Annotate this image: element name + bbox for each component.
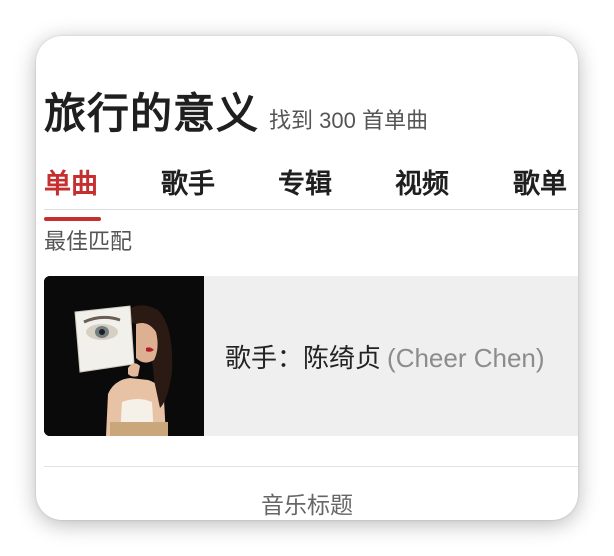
search-results-card: 旅行的意义 找到 300 首单曲 单曲 歌手 专辑 视频 歌单 最佳匹配 歌手：… <box>36 36 578 520</box>
tab-artists[interactable]: 歌手 <box>161 162 215 201</box>
artist-prefix-label: 歌手： <box>225 343 304 373</box>
tab-artists-label: 歌手 <box>161 169 215 199</box>
artist-info: 歌手：陈绮贞 (Cheer Chen) <box>225 338 545 375</box>
tab-videos[interactable]: 视频 <box>395 162 449 201</box>
card-content: 旅行的意义 找到 300 首单曲 单曲 歌手 专辑 视频 歌单 最佳匹配 歌手：… <box>44 36 578 520</box>
page-header: 旅行的意义 找到 300 首单曲 <box>44 80 428 141</box>
tab-albums[interactable]: 专辑 <box>278 162 332 201</box>
artist-name: 陈绮贞 <box>303 343 382 373</box>
artist-alias: (Cheer Chen) <box>387 343 545 373</box>
result-count: 找到 300 首单曲 <box>269 108 428 133</box>
best-match-artist-row[interactable]: 歌手：陈绮贞 (Cheer Chen) <box>44 276 578 436</box>
tab-songs-label: 单曲 <box>44 169 98 199</box>
tab-playlists[interactable]: 歌单 <box>513 162 567 201</box>
artist-photo <box>44 276 204 436</box>
music-title-heading: 音乐标题 <box>261 492 353 518</box>
section-divider <box>44 466 578 467</box>
tab-videos-label: 视频 <box>395 169 449 199</box>
tab-playlists-label: 歌单 <box>513 169 567 199</box>
page-title: 旅行的意义 <box>44 90 260 137</box>
best-match-label: 最佳匹配 <box>44 229 133 254</box>
category-tabs: 单曲 歌手 专辑 视频 歌单 <box>44 154 578 221</box>
active-tab-indicator <box>44 217 101 221</box>
tab-songs[interactable]: 单曲 <box>44 162 101 221</box>
tab-albums-label: 专辑 <box>278 169 332 199</box>
